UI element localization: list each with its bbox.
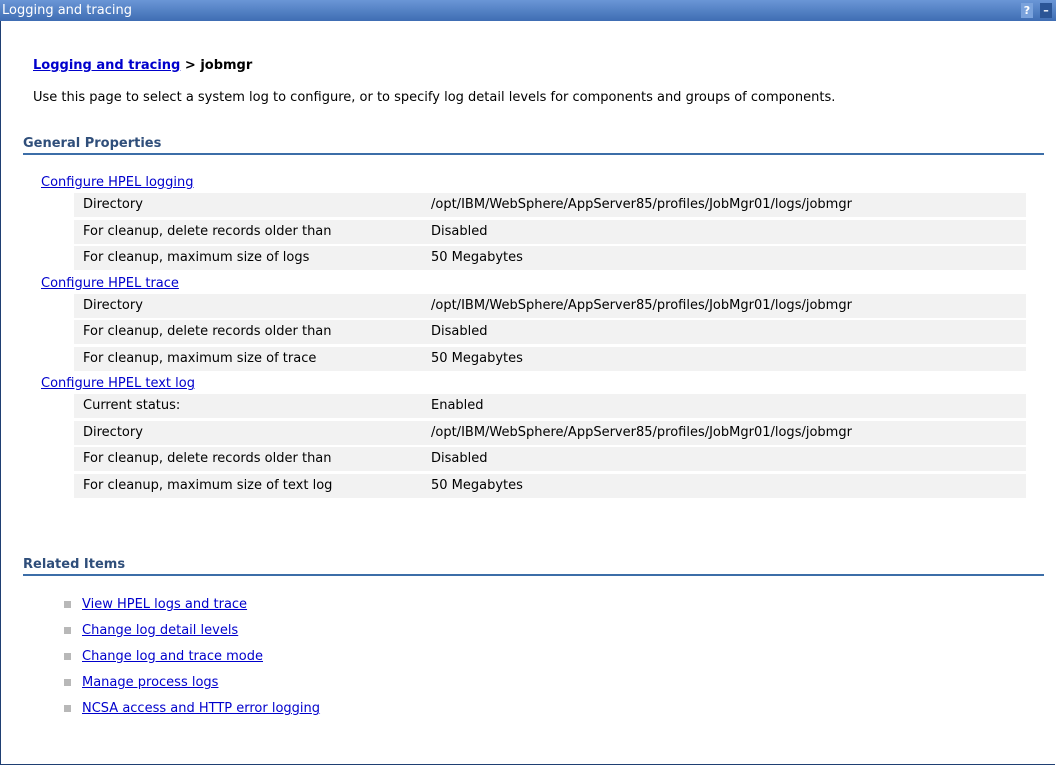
related-items-header: Related Items: [23, 557, 1044, 576]
change-log-trace-mode-link[interactable]: Change log and trace mode: [82, 646, 263, 667]
property-row: Directory /opt/IBM/WebSphere/AppServer85…: [74, 293, 1026, 318]
breadcrumb-separator: >: [180, 58, 201, 73]
property-value: /opt/IBM/WebSphere/AppServer85/profiles/…: [431, 297, 852, 313]
breadcrumb: Logging and tracing > jobmgr: [33, 58, 252, 73]
property-label: For cleanup, delete records older than: [83, 324, 332, 339]
property-label: For cleanup, delete records older than: [83, 451, 332, 466]
window-title: Logging and tracing: [2, 3, 132, 18]
property-value: Disabled: [431, 451, 488, 466]
general-properties: Configure HPEL logging Directory /opt/IB…: [33, 172, 1026, 500]
property-label: Directory: [83, 424, 143, 440]
bullet-icon: [64, 653, 71, 660]
property-label: Current status:: [83, 398, 181, 413]
list-item: Manage process logs: [64, 672, 320, 693]
bullet-icon: [64, 705, 71, 712]
bullet-icon: [64, 679, 71, 686]
minimize-button[interactable]: –: [1040, 3, 1052, 18]
bullet-icon: [64, 627, 71, 634]
property-value: Disabled: [431, 324, 488, 339]
change-log-detail-levels-link[interactable]: Change log detail levels: [82, 620, 238, 641]
property-row: Directory /opt/IBM/WebSphere/AppServer85…: [74, 193, 1026, 217]
property-value: /opt/IBM/WebSphere/AppServer85/profiles/…: [431, 424, 852, 440]
property-row: Current status: Enabled: [74, 394, 1026, 418]
property-row: For cleanup, delete records older than D…: [74, 320, 1026, 344]
property-label: Directory: [83, 197, 143, 212]
property-value: Enabled: [431, 398, 484, 413]
property-row: For cleanup, maximum size of trace 50 Me…: [74, 346, 1026, 371]
property-row: For cleanup, delete records older than D…: [74, 219, 1026, 244]
page-description: Use this page to select a system log to …: [33, 90, 836, 105]
property-row: For cleanup, delete records older than D…: [74, 447, 1026, 471]
property-label: For cleanup, maximum size of trace: [83, 350, 317, 366]
property-label: For cleanup, maximum size of logs: [83, 250, 310, 265]
breadcrumb-link-logging-and-tracing[interactable]: Logging and tracing: [33, 58, 180, 73]
related-items-list: View HPEL logs and trace Change log deta…: [64, 594, 320, 724]
breadcrumb-current: jobmgr: [200, 58, 253, 73]
list-item: View HPEL logs and trace: [64, 594, 320, 615]
bullet-icon: [64, 601, 71, 608]
list-item: NCSA access and HTTP error logging: [64, 698, 320, 719]
configure-hpel-trace-link[interactable]: Configure HPEL trace: [33, 273, 1026, 294]
property-value: 50 Megabytes: [431, 350, 523, 366]
property-value: Disabled: [431, 223, 488, 239]
view-hpel-logs-link[interactable]: View HPEL logs and trace: [82, 594, 247, 615]
property-row: For cleanup, maximum size of logs 50 Meg…: [74, 246, 1026, 270]
list-item: Change log detail levels: [64, 620, 320, 641]
general-properties-header: General Properties: [23, 136, 1044, 155]
property-value: /opt/IBM/WebSphere/AppServer85/profiles/…: [431, 197, 852, 212]
property-row: Directory /opt/IBM/WebSphere/AppServer85…: [74, 420, 1026, 445]
manage-process-logs-link[interactable]: Manage process logs: [82, 672, 218, 693]
property-row: For cleanup, maximum size of text log 50…: [74, 473, 1026, 498]
list-item: Change log and trace mode: [64, 646, 320, 667]
property-label: For cleanup, delete records older than: [83, 223, 332, 239]
ncsa-access-logging-link[interactable]: NCSA access and HTTP error logging: [82, 698, 320, 719]
configure-hpel-text-log-link[interactable]: Configure HPEL text log: [33, 373, 1026, 394]
configure-hpel-logging-link[interactable]: Configure HPEL logging: [33, 172, 1026, 193]
help-button[interactable]: ?: [1021, 3, 1033, 18]
property-label: For cleanup, maximum size of text log: [83, 477, 333, 493]
property-value: 50 Megabytes: [431, 477, 523, 493]
property-label: Directory: [83, 297, 143, 313]
window-titlebar: Logging and tracing ? –: [0, 0, 1056, 21]
property-value: 50 Megabytes: [431, 250, 523, 265]
